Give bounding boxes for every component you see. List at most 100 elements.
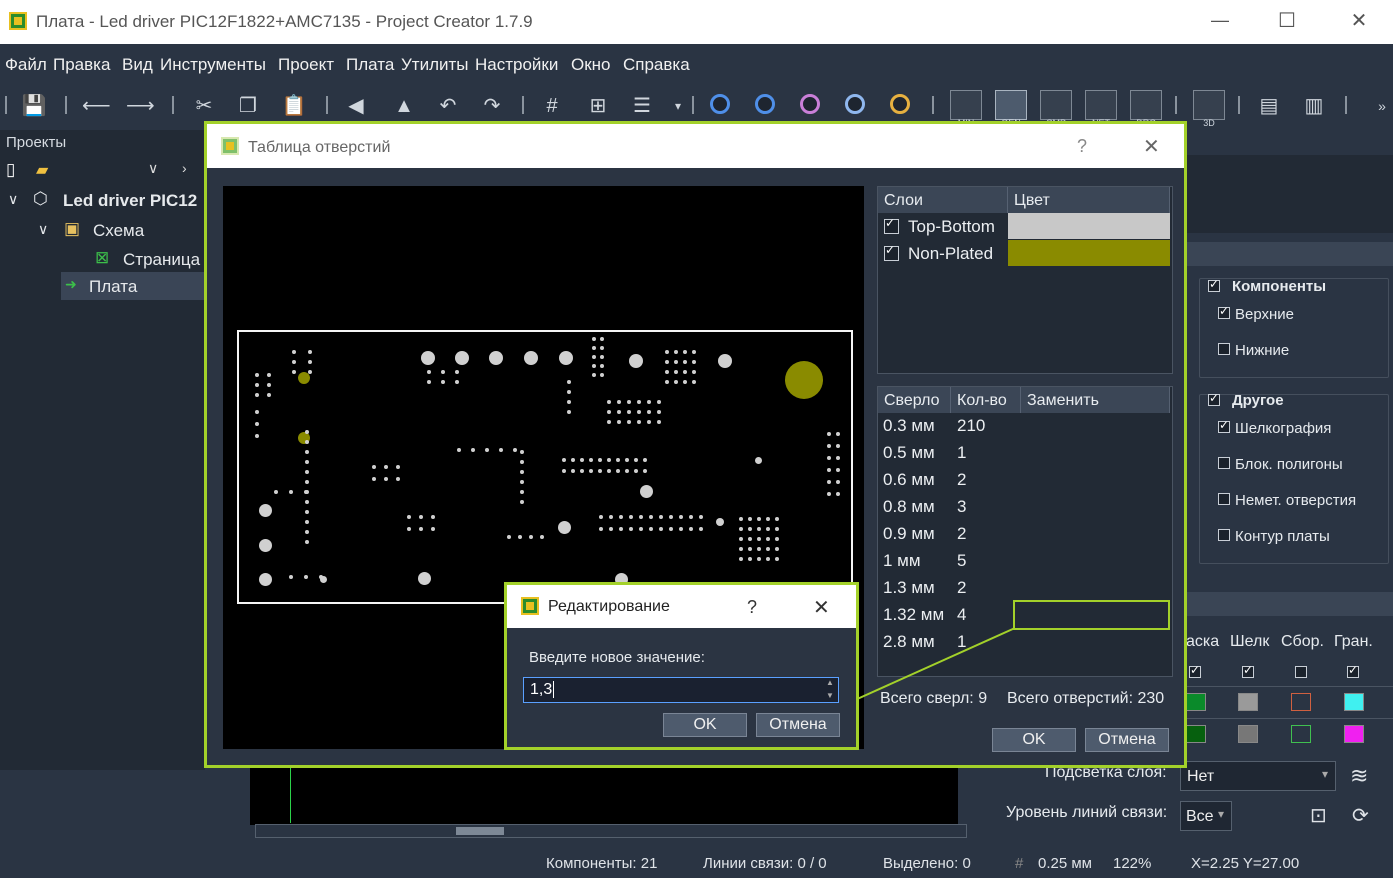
menu-settings[interactable]: Настройки	[475, 55, 558, 75]
dropdown-chevron-icon[interactable]: ∨	[148, 160, 158, 177]
spin-down-icon[interactable]: ▼	[826, 691, 834, 700]
bottom-checkbox[interactable]	[1218, 343, 1230, 355]
nonplated-checkbox[interactable]	[1218, 493, 1230, 505]
zoom-previous-icon[interactable]	[890, 94, 910, 114]
cut-icon[interactable]: ✂	[190, 92, 218, 120]
zoom-fit-icon[interactable]	[845, 94, 865, 114]
menu-help[interactable]: Справка	[623, 55, 690, 75]
layers-tool-icon[interactable]: ▤	[1255, 92, 1283, 120]
nonplated-layer-checkbox[interactable]	[884, 243, 899, 261]
component-icon[interactable]: ▥	[1300, 92, 1328, 120]
edit-value-input[interactable]: 1,3 ▲ ▼	[523, 677, 839, 703]
refresh-icon[interactable]: ⟳	[1352, 803, 1369, 828]
drill-col-header[interactable]: Сверло	[878, 387, 951, 413]
grid-icon[interactable]: #	[538, 92, 566, 120]
undo-icon[interactable]: ⟵	[82, 92, 111, 120]
edit-ok-button[interactable]: OK	[663, 713, 747, 737]
edit-cancel-button[interactable]: Отмена	[756, 713, 840, 737]
top-checkbox[interactable]	[1218, 304, 1230, 319]
assembly-bottom-swatch[interactable]	[1291, 725, 1311, 743]
menu-window[interactable]: Окно	[571, 55, 611, 75]
rotate-right-icon[interactable]: ↷	[478, 92, 506, 120]
board-canvas[interactable]	[250, 765, 958, 825]
menu-utilities[interactable]: Утилиты	[401, 55, 469, 75]
drill-size[interactable]: 1.3 мм	[883, 578, 935, 598]
edit-help-icon[interactable]: ?	[747, 597, 757, 618]
drill-size[interactable]: 1 мм	[883, 551, 921, 571]
drill-size[interactable]: 0.9 мм	[883, 524, 935, 544]
close-icon[interactable]: ✕	[1339, 8, 1379, 33]
minimize-icon[interactable]: —	[1200, 10, 1240, 31]
menu-view[interactable]: Вид	[122, 55, 153, 75]
outline-checkbox[interactable]	[1218, 529, 1230, 541]
silk-col-checkbox[interactable]	[1242, 663, 1254, 678]
maximize-icon[interactable]: ☐	[1267, 8, 1307, 33]
gen-button[interactable]: GEN	[995, 90, 1027, 128]
assembly-top-swatch[interactable]	[1291, 693, 1311, 711]
layers-col-header[interactable]: Слои	[878, 187, 1008, 213]
ratsnest-select[interactable]: Все ▾	[1180, 801, 1232, 831]
silk-top-swatch[interactable]	[1238, 693, 1258, 711]
new-file-icon[interactable]: ▯	[6, 160, 15, 180]
dialog-cancel-button[interactable]: Отмена	[1085, 728, 1169, 752]
outline-col-checkbox[interactable]	[1347, 663, 1359, 678]
min-button[interactable]: MIN	[950, 90, 982, 128]
align-dropdown-icon[interactable]: ▾	[664, 92, 692, 120]
drill-size[interactable]: 0.5 мм	[883, 443, 935, 463]
ratsnest-tool-icon[interactable]: ⊡	[1310, 803, 1327, 828]
silk-checkbox[interactable]	[1218, 418, 1230, 433]
drill-size[interactable]: 0.6 мм	[883, 470, 935, 490]
mask-top-swatch[interactable]	[1186, 693, 1206, 711]
tree-board[interactable]: Плата	[89, 277, 137, 297]
expand-project-icon[interactable]: ∨	[8, 191, 18, 208]
menu-edit[interactable]: Правка	[53, 55, 110, 75]
outline-top-swatch[interactable]	[1344, 693, 1364, 711]
drill-size[interactable]: 0.8 мм	[883, 497, 935, 517]
outline-bottom-swatch[interactable]	[1344, 725, 1364, 743]
open-folder-icon[interactable]: ▰	[36, 160, 48, 180]
toolbar-overflow-icon[interactable]: »	[1368, 92, 1393, 120]
layer-color-nonplated[interactable]	[1008, 240, 1170, 266]
menu-tools[interactable]: Инструменты	[160, 55, 266, 75]
3d-button[interactable]: 3D	[1193, 90, 1225, 128]
layer-color-topbottom[interactable]	[1008, 213, 1170, 239]
tree-page[interactable]: Страница	[123, 250, 200, 270]
layers-stack-icon[interactable]: ≋	[1350, 763, 1368, 789]
align-icon[interactable]: ☰	[628, 92, 656, 120]
components-checkbox[interactable]	[1208, 277, 1220, 292]
zoom-selection-icon[interactable]	[800, 94, 820, 114]
vertical-scrollbar[interactable]	[958, 765, 972, 825]
rotate-left-icon[interactable]: ↶	[434, 92, 462, 120]
drill-size[interactable]: 1.32 мм	[883, 605, 944, 625]
save-icon[interactable]: 💾	[20, 92, 48, 120]
horizontal-scrollbar[interactable]	[255, 824, 967, 838]
snap-grid-icon[interactable]: ⊞	[584, 92, 612, 120]
net-button[interactable]: NET	[1085, 90, 1117, 128]
zoom-in-icon[interactable]	[710, 94, 730, 114]
next-chevron-icon[interactable]: ›	[182, 160, 187, 176]
zoom-out-icon[interactable]	[755, 94, 775, 114]
mirror-v-icon[interactable]: ▲	[390, 92, 418, 120]
redo-icon[interactable]: ⟶	[126, 92, 155, 120]
tree-board-selected[interactable]: ➜ Плата	[61, 272, 205, 300]
mirror-h-icon[interactable]: ◀	[342, 92, 370, 120]
mask-bottom-swatch[interactable]	[1186, 725, 1206, 743]
menu-file[interactable]: Файл	[5, 55, 47, 75]
menu-board[interactable]: Плата	[346, 55, 394, 75]
color-col-header[interactable]: Цвет	[1008, 187, 1170, 213]
tree-project[interactable]: Led driver PIC12	[63, 191, 197, 211]
replace-col-header[interactable]: Заменить	[1021, 387, 1170, 413]
dialog-help-icon[interactable]: ?	[1077, 136, 1087, 157]
block-polygons-checkbox[interactable]	[1218, 457, 1230, 469]
mask-col-checkbox[interactable]	[1189, 663, 1201, 678]
topbottom-checkbox[interactable]	[884, 216, 899, 234]
tree-schematic[interactable]: Схема	[93, 221, 144, 241]
silk-bottom-swatch[interactable]	[1238, 725, 1258, 743]
scroll-thumb[interactable]	[456, 827, 504, 835]
assembly-col-checkbox[interactable]	[1295, 666, 1307, 678]
cmp-button[interactable]: CMP	[1040, 90, 1072, 128]
menu-project[interactable]: Проект	[278, 55, 334, 75]
dialog-ok-button[interactable]: OK	[992, 728, 1076, 752]
count-col-header[interactable]: Кол-во	[951, 387, 1021, 413]
expand-schematic-icon[interactable]: ∨	[38, 221, 48, 238]
